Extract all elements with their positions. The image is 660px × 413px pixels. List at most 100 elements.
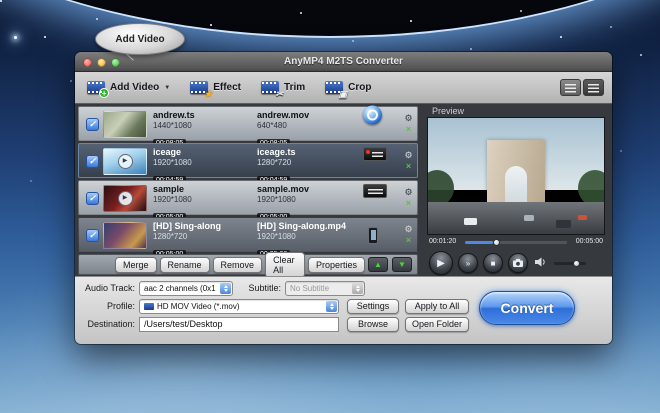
remove-icon[interactable]: × bbox=[406, 162, 411, 170]
video-thumbnail bbox=[103, 111, 147, 138]
snapshot-button[interactable] bbox=[508, 253, 528, 273]
add-video-icon: + bbox=[87, 81, 105, 94]
total-time: 00:05:00 bbox=[576, 238, 603, 245]
move-down-button[interactable]: ▼ bbox=[392, 257, 412, 272]
fast-forward-button[interactable]: » bbox=[458, 253, 478, 273]
crop-button[interactable]: ▣ Crop bbox=[325, 81, 371, 94]
effect-button[interactable]: ★ Effect bbox=[190, 81, 241, 94]
move-up-button[interactable]: ▲ bbox=[368, 257, 388, 272]
file-row[interactable]: ✓ ▶ sample 1920*1080 00:05:00 sample.mov… bbox=[78, 180, 418, 215]
add-video-callout: Add Video bbox=[95, 23, 185, 55]
seek-slider[interactable] bbox=[465, 241, 567, 244]
combo-arrows-icon bbox=[352, 283, 363, 294]
play-overlay-icon: ▶ bbox=[118, 191, 133, 206]
window-title: AnyMP4 M2TS Converter bbox=[75, 52, 612, 72]
row-checkbox[interactable]: ✓ bbox=[86, 155, 99, 168]
arch-monument bbox=[487, 140, 545, 206]
destination-input[interactable]: /Users/test/Desktop bbox=[139, 317, 339, 332]
remove-icon[interactable]: × bbox=[406, 199, 411, 207]
remove-icon[interactable]: × bbox=[406, 125, 411, 133]
trim-button[interactable]: ✂ Trim bbox=[261, 81, 305, 94]
add-video-label: Add Video bbox=[110, 82, 159, 93]
output-name: andrew.mov bbox=[257, 110, 357, 120]
file-row[interactable]: ✓ andrew.ts 1440*1080 00:08:05 andrew.mo… bbox=[78, 106, 418, 141]
audio-track-select[interactable]: aac 2 channels (0x1 bbox=[139, 281, 233, 296]
file-row[interactable]: ✓ [HD] Sing-along 1280*720 00:05:00 [HD]… bbox=[78, 217, 418, 252]
seek-knob[interactable] bbox=[493, 239, 500, 246]
merge-button[interactable]: Merge bbox=[115, 257, 157, 273]
check-icon: ✓ bbox=[89, 156, 97, 166]
convert-button[interactable]: Convert bbox=[479, 291, 575, 325]
stop-button[interactable]: ■ bbox=[483, 253, 503, 273]
clear-all-button[interactable]: Clear All bbox=[265, 252, 305, 278]
camcorder-device-icon bbox=[363, 147, 387, 161]
subtitle-value: No Subtitle bbox=[290, 284, 329, 293]
gear-icon[interactable]: ⚙ bbox=[404, 114, 412, 123]
source-name: sample bbox=[153, 184, 253, 194]
crop-frame-icon: ▣ bbox=[339, 90, 348, 98]
remove-icon[interactable]: × bbox=[406, 236, 411, 244]
file-list: ✓ andrew.ts 1440*1080 00:08:05 andrew.mo… bbox=[78, 104, 418, 254]
combo-arrows-icon bbox=[220, 283, 231, 294]
list-action-bar: Merge Rename Remove Clear All Properties… bbox=[78, 254, 418, 275]
profile-select[interactable]: HD MOV Video (*.mov) bbox=[139, 299, 339, 314]
titlebar[interactable]: AnyMP4 M2TS Converter bbox=[75, 52, 612, 72]
gear-icon[interactable]: ⚙ bbox=[404, 151, 412, 160]
starfield bbox=[0, 0, 2, 2]
row-checkbox[interactable]: ✓ bbox=[86, 192, 99, 205]
gear-icon[interactable]: ⚙ bbox=[404, 188, 412, 197]
rename-button[interactable]: Rename bbox=[160, 257, 210, 273]
preview-video[interactable] bbox=[427, 117, 605, 235]
row-checkbox[interactable]: ✓ bbox=[86, 229, 99, 242]
profile-value: HD MOV Video (*.mov) bbox=[157, 302, 240, 311]
row-actions: ⚙ × bbox=[401, 107, 416, 140]
plus-icon: + bbox=[99, 88, 109, 98]
trim-label: Trim bbox=[284, 82, 305, 93]
settings-button[interactable]: Settings bbox=[347, 299, 399, 314]
desktop-background: Add Video AnyMP4 M2TS Converter + Add Vi… bbox=[0, 0, 660, 413]
file-row-selected[interactable]: ✓ ▶ iceage 1920*1080 00:04:59 iceage.ts … bbox=[78, 143, 418, 178]
volume-knob[interactable] bbox=[573, 260, 580, 267]
video-thumbnail: ▶ bbox=[103, 148, 147, 175]
volume-slider[interactable] bbox=[554, 262, 586, 265]
row-actions: ⚙ × bbox=[401, 181, 416, 214]
list-view-button[interactable] bbox=[560, 79, 581, 96]
video-thumbnail bbox=[103, 222, 147, 249]
preview-tree bbox=[427, 170, 454, 206]
output-resolution: 1280*720 bbox=[257, 158, 357, 167]
settings-panel: Audio Track: aac 2 channels (0x1 Subtitl… bbox=[75, 276, 612, 344]
gear-icon[interactable]: ⚙ bbox=[404, 225, 412, 234]
subtitle-select[interactable]: No Subtitle bbox=[285, 281, 365, 296]
profile-format-icon bbox=[144, 303, 154, 310]
trim-icon: ✂ bbox=[261, 81, 279, 94]
source-resolution: 1440*1080 bbox=[153, 121, 253, 130]
callout-label: Add Video bbox=[115, 34, 164, 45]
volume-icon[interactable] bbox=[535, 254, 546, 272]
remove-button[interactable]: Remove bbox=[213, 257, 263, 273]
view-toggle-group bbox=[560, 79, 604, 96]
effect-label: Effect bbox=[213, 82, 241, 93]
preview-tree bbox=[578, 170, 605, 206]
combo-arrows-icon bbox=[326, 301, 337, 312]
source-name: [HD] Sing-along bbox=[153, 221, 253, 231]
apply-to-all-button[interactable]: Apply to All bbox=[405, 299, 469, 314]
bright-star bbox=[14, 36, 17, 39]
source-name: andrew.ts bbox=[153, 110, 253, 120]
play-button[interactable]: ▶ bbox=[429, 251, 453, 275]
open-folder-button[interactable]: Open Folder bbox=[405, 317, 469, 332]
audio-track-value: aac 2 channels (0x1 bbox=[144, 284, 216, 293]
output-name: [HD] Sing-along.mp4 bbox=[257, 221, 357, 231]
seek-row: 00:01:20 00:05:00 bbox=[427, 238, 605, 248]
properties-button[interactable]: Properties bbox=[308, 257, 365, 273]
output-resolution: 1920*1080 bbox=[257, 232, 357, 241]
quicktime-icon bbox=[363, 106, 382, 125]
crop-label: Crop bbox=[348, 82, 371, 93]
add-video-button[interactable]: + Add Video ▼ bbox=[87, 81, 170, 94]
browse-button[interactable]: Browse bbox=[347, 317, 399, 332]
row-checkbox[interactable]: ✓ bbox=[86, 118, 99, 131]
playback-controls: ▶ » ■ bbox=[429, 251, 586, 275]
detail-view-button[interactable] bbox=[583, 79, 604, 96]
reorder-buttons: ▲ ▼ bbox=[368, 257, 417, 272]
hd-device-icon bbox=[363, 184, 387, 198]
subtitle-label: Subtitle: bbox=[237, 281, 281, 296]
